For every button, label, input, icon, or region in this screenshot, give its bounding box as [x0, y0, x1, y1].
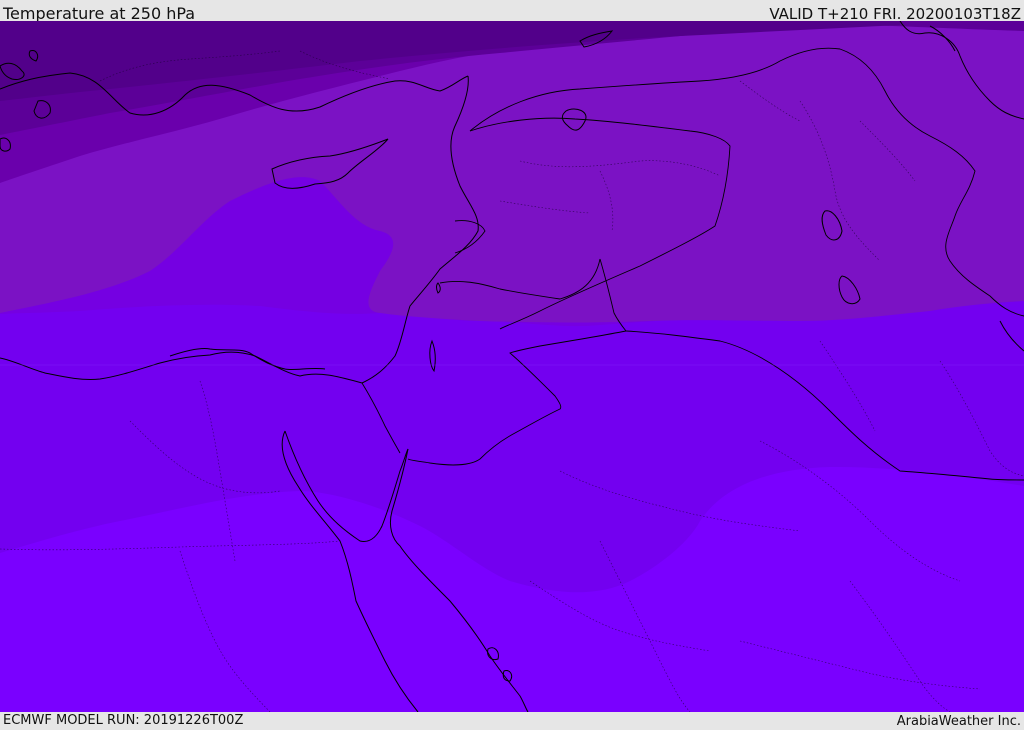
credit-label: ArabiaWeather Inc.: [896, 714, 1021, 729]
header-bar: Temperature at 250 hPa VALID T+210 FRI. …: [0, 0, 1024, 23]
model-run: ECMWF MODEL RUN: 20191226T00Z: [3, 713, 244, 728]
weather-map: [0, 21, 1024, 712]
footer-bar: ECMWF MODEL RUN: 20191226T00Z ArabiaWeat…: [0, 712, 1024, 729]
temperature-field-svg: [0, 21, 1024, 712]
